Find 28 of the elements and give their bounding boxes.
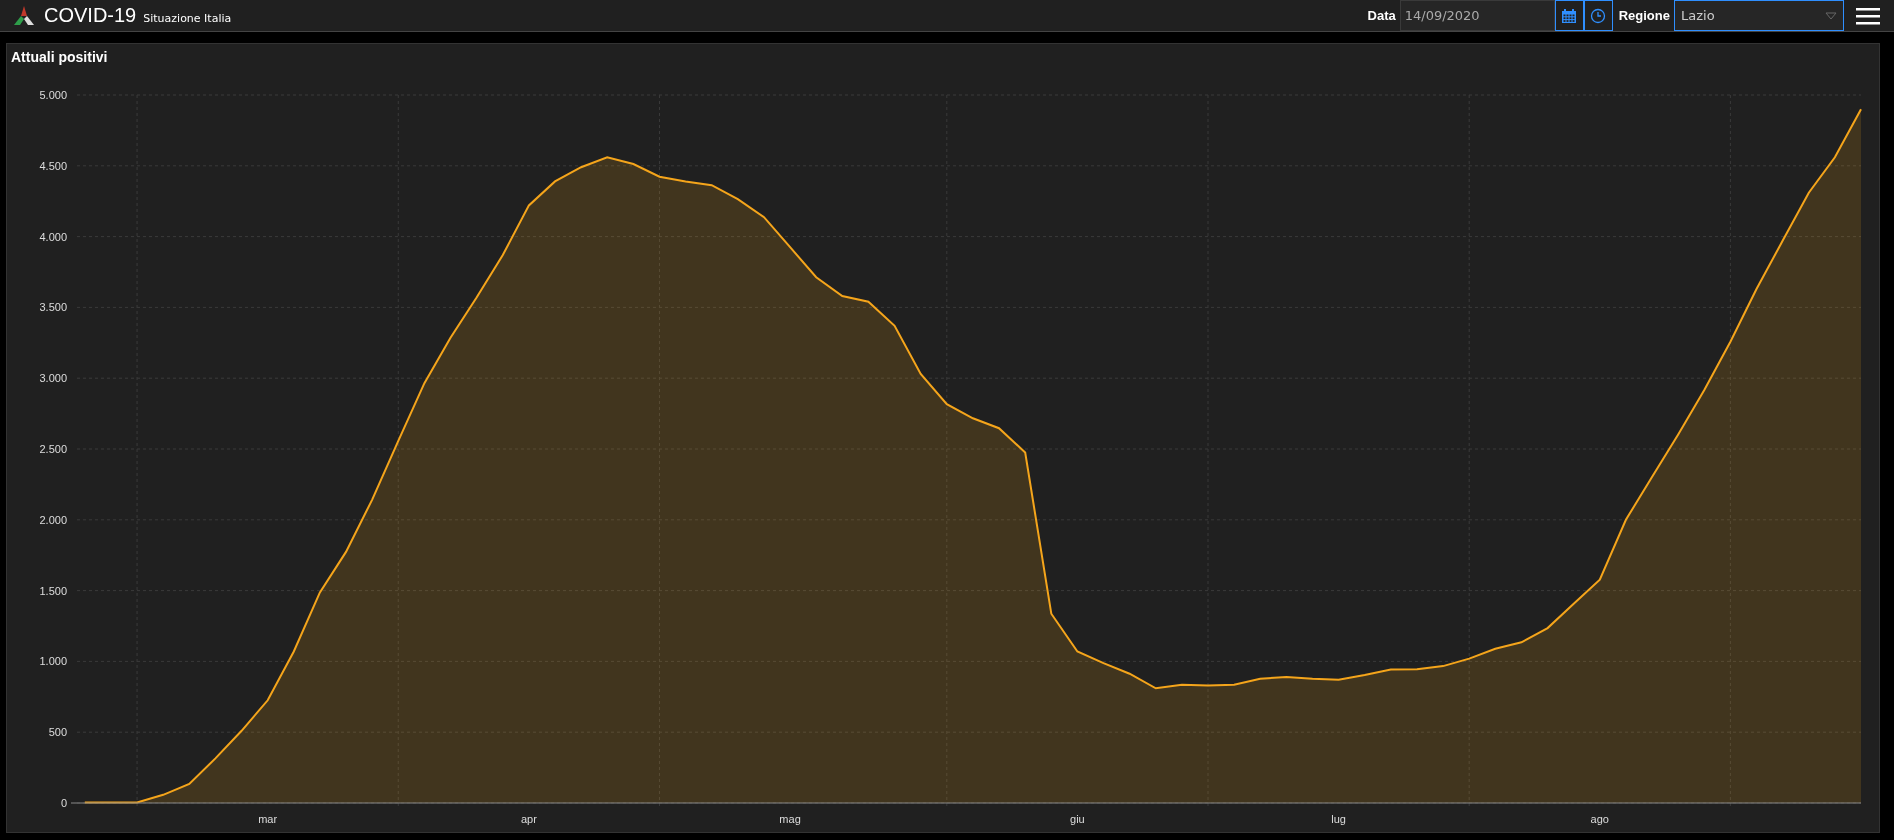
x-tick-label: giu <box>1070 813 1085 825</box>
y-tick-label: 500 <box>48 726 67 739</box>
clock-icon[interactable] <box>1583 0 1613 31</box>
app-subtitle: Situazione Italia <box>143 11 232 25</box>
y-tick-label: 2.500 <box>39 443 67 455</box>
x-tick-label: mar <box>258 813 278 825</box>
y-tick-label: 3.500 <box>39 301 67 314</box>
y-tick-label: 4.500 <box>39 159 67 172</box>
y-tick-label: 1.000 <box>39 655 67 668</box>
y-tick-label: 2.000 <box>39 513 67 526</box>
app-title: COVID-19 <box>44 4 137 27</box>
date-label: Data <box>1367 8 1396 23</box>
x-tick-label: apr <box>520 813 537 825</box>
y-tick-label: 5.000 <box>39 89 67 101</box>
y-tick-label: 0 <box>60 797 67 809</box>
region-dropdown[interactable]: Lazio <box>1674 0 1844 31</box>
x-tick-label: mag <box>779 813 801 825</box>
x-tick-label: lug <box>1331 813 1346 825</box>
panel-title: Attuali positivi <box>10 48 109 67</box>
calendar-icon[interactable] <box>1554 0 1584 31</box>
x-tick-label: ago <box>1590 813 1609 825</box>
y-tick-label: 1.500 <box>39 584 67 597</box>
date-field[interactable]: 14/09/2020 <box>1399 0 1555 31</box>
y-tick-label: 3.000 <box>39 372 67 385</box>
y-tick-label: 4.000 <box>39 230 67 243</box>
region-label: Regione <box>1618 8 1670 23</box>
caret-icon <box>1825 11 1837 20</box>
menu-icon[interactable] <box>1856 5 1880 26</box>
